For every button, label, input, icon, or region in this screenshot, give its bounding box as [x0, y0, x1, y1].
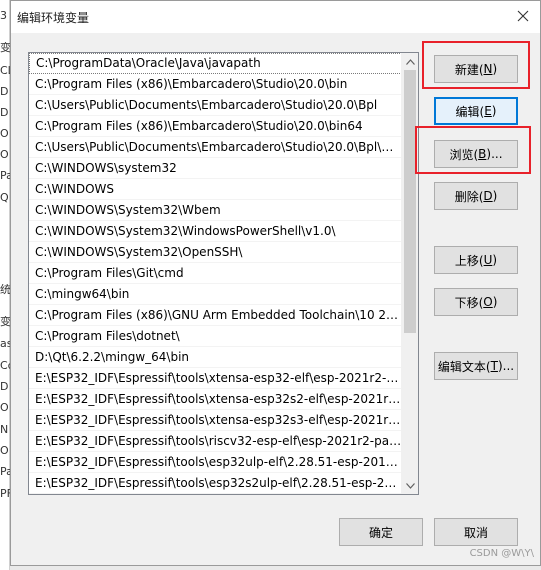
- edit-button-key: E: [484, 104, 492, 118]
- watermark: CSDN @W\Y\: [469, 548, 534, 559]
- chevron-up-icon: [406, 58, 415, 65]
- edit-text-button[interactable]: 编辑文本(T)...: [434, 352, 518, 380]
- path-list-item[interactable]: C:\Users\Public\Documents\Embarcadero\St…: [29, 137, 402, 158]
- move-up-button-label: 上移(: [454, 253, 484, 268]
- move-up-button-tail: ): [492, 253, 498, 267]
- dialog-title: 编辑环境变量: [17, 11, 90, 25]
- path-list-item[interactable]: E:\ESP32_IDF\Espressif\tools\esp32s2ulp-…: [29, 473, 402, 494]
- path-list-item[interactable]: E:\ESP32_IDF\Espressif\tools\xtensa-esp3…: [29, 389, 402, 410]
- scroll-down-arrow[interactable]: [402, 477, 418, 494]
- background-window-text: CL: [0, 65, 10, 77]
- path-list-item[interactable]: C:\mingw64\bin: [29, 284, 402, 305]
- path-list-item[interactable]: C:\Program Files\dotnet\: [29, 326, 402, 347]
- title-bar: 编辑环境变量: [11, 1, 540, 33]
- path-list-item[interactable]: C:\Users\Public\Documents\Embarcadero\St…: [29, 95, 402, 116]
- path-list-item[interactable]: C:\WINDOWS: [29, 179, 402, 200]
- path-list-item[interactable]: C:\Program Files\Git\cmd: [29, 263, 402, 284]
- close-icon: [517, 10, 529, 22]
- delete-button-tail: ): [492, 189, 498, 203]
- ok-button-label: 确定: [368, 525, 393, 540]
- move-up-button[interactable]: 上移(U): [434, 246, 518, 274]
- delete-button-key: D: [483, 189, 493, 203]
- highlight-box-new: [422, 41, 530, 89]
- edit-env-var-dialog: 编辑环境变量 C:\ProgramData\Oracle\Java\javapa…: [10, 0, 541, 566]
- path-list-item[interactable]: C:\ProgramData\Oracle\Java\javapath: [29, 53, 402, 74]
- path-list-item[interactable]: E:\ESP32_IDF\Espressif\tools\xtensa-esp3…: [29, 410, 402, 431]
- edit-button-label: 编辑(: [455, 104, 485, 119]
- background-window-text: O: [0, 128, 9, 140]
- scroll-up-arrow[interactable]: [402, 53, 418, 70]
- path-list-item[interactable]: C:\WINDOWS\system32: [29, 158, 402, 179]
- background-window-text: O: [0, 402, 9, 414]
- edit-button[interactable]: 编辑(E): [434, 97, 518, 125]
- delete-button[interactable]: 删除(D): [434, 182, 518, 210]
- edit-text-button-key: T: [490, 359, 498, 373]
- vertical-scrollbar[interactable]: [401, 53, 418, 494]
- path-list-item[interactable]: E:\ESP32_IDF\Espressif\tools\riscv32-esp…: [29, 431, 402, 452]
- path-list-item[interactable]: C:\Program Files (x86)\GNU Arm Embedded …: [29, 305, 402, 326]
- highlight-box-browse: [415, 126, 531, 174]
- edit-button-tail: ): [491, 104, 497, 118]
- close-button[interactable]: [506, 1, 540, 31]
- path-list-item[interactable]: E:\ESP32_IDF\Espressif\tools\esp32ulp-el…: [29, 452, 402, 473]
- background-window-text: D: [0, 107, 9, 119]
- background-window-text: N: [0, 424, 9, 436]
- background-window-text: O: [0, 445, 9, 457]
- background-window-text: 3: [0, 10, 7, 22]
- background-window-text: Pa: [0, 466, 10, 478]
- cancel-button-label: 取消: [463, 525, 488, 540]
- path-list-item[interactable]: E:\ESP32_IDF\Espressif\tools\xtensa-esp3…: [29, 368, 402, 389]
- path-list-items: C:\ProgramData\Oracle\Java\javapath C:\Pr…: [29, 53, 402, 494]
- background-window-text: Cc: [0, 360, 10, 372]
- edit-text-button-tail: )...: [497, 359, 515, 373]
- background-window: 3变CLDDOOPaQ统变asCcDONOPaPF: [0, 0, 10, 570]
- scroll-thumb[interactable]: [404, 70, 416, 333]
- background-window-text: as: [0, 338, 10, 350]
- delete-button-label: 删除(: [454, 189, 484, 204]
- move-up-button-key: U: [483, 253, 493, 267]
- move-down-button-tail: ): [492, 295, 498, 309]
- path-list[interactable]: C:\ProgramData\Oracle\Java\javapath C:\Pr…: [28, 52, 419, 495]
- path-list-item[interactable]: D:\Qt\6.2.2\mingw_64\bin: [29, 347, 402, 368]
- path-list-item[interactable]: C:\WINDOWS\System32\WindowsPowerShell\v1…: [29, 221, 402, 242]
- path-list-item[interactable]: C:\Program Files (x86)\Embarcadero\Studi…: [29, 74, 402, 95]
- background-window-text: D: [0, 86, 9, 98]
- edit-text-button-label: 编辑文本(: [437, 359, 491, 374]
- background-window-text: O: [0, 149, 9, 161]
- background-window-text: Pa: [0, 170, 10, 182]
- background-window-text: D: [0, 381, 9, 393]
- cancel-button[interactable]: 取消: [434, 518, 518, 546]
- background-window-text: 变: [0, 42, 10, 54]
- move-down-button-label: 下移(: [454, 295, 484, 310]
- ok-button[interactable]: 确定: [339, 518, 423, 546]
- background-window-text: PF: [0, 488, 10, 500]
- path-list-item[interactable]: C:\Program Files (x86)\Embarcadero\Studi…: [29, 116, 402, 137]
- background-window-text: Q: [0, 192, 9, 204]
- chevron-down-icon: [406, 482, 415, 489]
- move-down-button-key: O: [483, 295, 493, 309]
- path-list-item[interactable]: C:\WINDOWS\System32\OpenSSH\: [29, 242, 402, 263]
- move-down-button[interactable]: 下移(O): [434, 288, 518, 316]
- background-window-text: 变: [0, 316, 10, 328]
- background-window-text: 统: [0, 284, 10, 296]
- path-list-item[interactable]: C:\WINDOWS\System32\Wbem: [29, 200, 402, 221]
